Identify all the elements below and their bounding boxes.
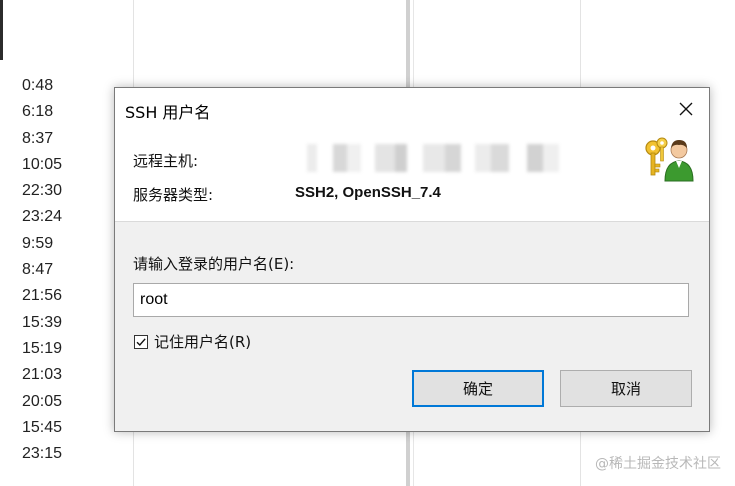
window-edge: [0, 0, 3, 60]
time-list-item: 22:30: [22, 182, 63, 200]
ssh-username-dialog: SSH 用户名 远程主机: 服务器类型: SSH2, OpenSSH_7.4 请…: [114, 87, 710, 432]
server-type-value: SSH2, OpenSSH_7.4: [295, 184, 441, 201]
server-type-label: 服务器类型:: [133, 186, 214, 204]
time-list-item: 6:18: [22, 103, 54, 121]
dialog-titlebar: SSH 用户名: [115, 88, 709, 130]
remember-username-checkbox[interactable]: 记住用户名(R): [134, 331, 251, 352]
time-list: 0:48 6:18 8:37 10:05 22:30 23:24 9:59 8:47 21:56…: [22, 73, 62, 467]
watermark: @稀土掘金技术社区: [595, 456, 721, 472]
ok-button[interactable]: 确定: [412, 370, 544, 407]
remember-label: 记住用户名(R): [154, 333, 252, 351]
time-list-item: 15:45: [22, 418, 63, 436]
username-prompt: 请输入登录的用户名(E):: [133, 255, 295, 273]
time-list-item: 21:03: [22, 366, 63, 384]
desktop: 0:48 6:18 8:37 10:05 22:30 23:24 9:59 8:47 21:56…: [0, 0, 735, 486]
host-value-redacted: [295, 144, 585, 172]
time-list-item: 20:05: [22, 392, 63, 410]
dialog-body: 请输入登录的用户名(E): 记住用户名(R) 确定 取消: [115, 222, 709, 431]
time-list-item: 21:56: [22, 287, 63, 305]
time-list-item: 9:59: [22, 234, 54, 252]
time-list-item: 8:37: [22, 129, 54, 147]
host-label: 远程主机:: [133, 152, 199, 170]
time-list-item: 23:15: [22, 445, 63, 463]
close-button[interactable]: [663, 88, 709, 130]
time-list-item: 15:39: [22, 313, 63, 331]
username-input[interactable]: [133, 283, 689, 317]
time-list-item: 0:48: [22, 77, 54, 94]
checkmark-icon: [136, 337, 146, 346]
time-list-item: 10:05: [22, 155, 63, 173]
time-list-item: 8:47: [22, 261, 54, 279]
connection-info: 远程主机: 服务器类型: SSH2, OpenSSH_7.4: [115, 130, 709, 221]
time-list-item: 15:19: [22, 339, 63, 357]
time-list-item: 23:24: [22, 208, 63, 226]
cancel-button[interactable]: 取消: [560, 370, 692, 407]
close-icon: [679, 102, 693, 116]
checkbox-box[interactable]: [134, 334, 148, 349]
dialog-title: SSH 用户名: [125, 103, 211, 122]
keys-user-icon: [645, 137, 694, 182]
